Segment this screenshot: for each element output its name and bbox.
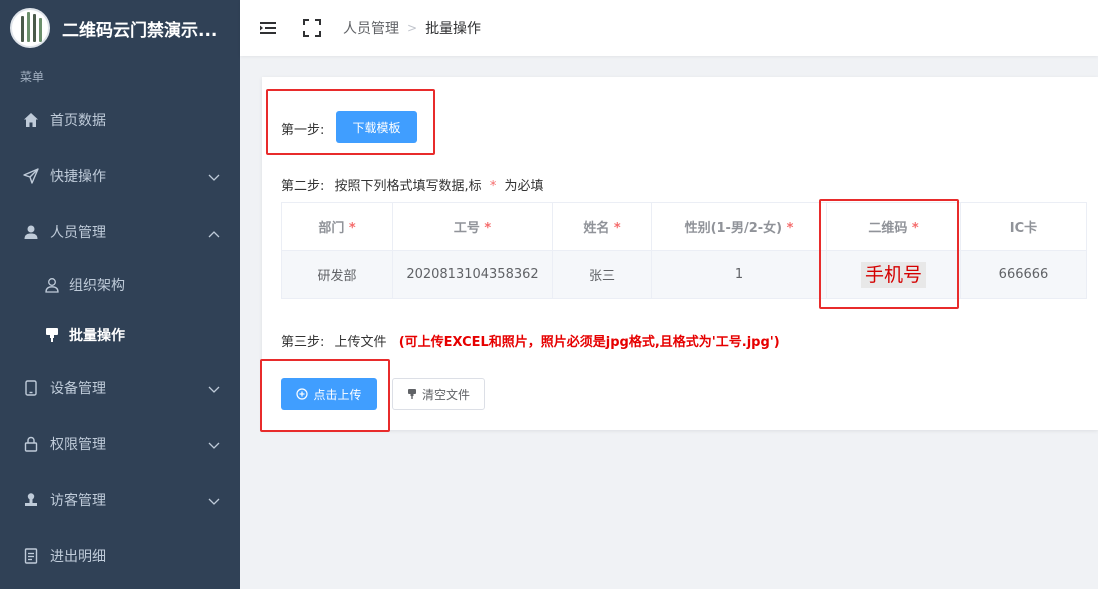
menu-caption: 菜单	[20, 70, 45, 84]
step2-text: 按照下列格式填写数据,标	[334, 179, 482, 194]
sidebar-item-label: 快捷操作	[50, 169, 106, 185]
button-label: 清空文件	[421, 387, 470, 402]
sidebar-item-access-log[interactable]: 进出明细	[0, 528, 240, 584]
table-header-row: 部门 * 工号 * 姓名 * 性别(1-男/2-女) * 二维码 * IC卡	[281, 202, 1087, 251]
chevron-down-icon	[208, 170, 220, 186]
column-header: 性别(1-男/2-女) *	[651, 202, 827, 251]
user-icon	[22, 223, 40, 241]
table-cell: 研发部	[281, 250, 393, 299]
top-header: 人员管理 > 批量操作	[240, 0, 1098, 56]
table-row: 研发部 2020813104358362 张三 1 手机号 666666	[281, 250, 1087, 299]
clear-files-button[interactable]: 清空文件	[392, 378, 485, 410]
button-label: 点击上传	[313, 387, 362, 402]
step3-label: 第三步:	[281, 335, 325, 350]
column-header: IC卡	[960, 202, 1087, 251]
stamp-icon	[22, 491, 40, 509]
app-title: 二维码云门禁演示...	[62, 20, 218, 41]
step3-instruction: 第三步: 上传文件 (可上传EXCEL和照片，照片必须是jpg格式,且格式为'工…	[281, 331, 780, 350]
sidebar-item-label: 进出明细	[50, 549, 106, 565]
breadcrumb-current: 批量操作	[425, 21, 482, 37]
button-label: 下载模板	[352, 120, 401, 135]
upload-button[interactable]: 点击上传	[281, 378, 377, 410]
document-icon	[22, 547, 40, 565]
sidebar-item-label: 访客管理	[50, 493, 106, 509]
logo-avatar	[10, 8, 50, 48]
step3-text: 上传文件	[334, 335, 387, 350]
home-icon	[22, 111, 40, 129]
chevron-right-icon: >	[407, 21, 418, 35]
person-outline-icon	[44, 277, 60, 293]
required-star: *	[489, 179, 497, 194]
sidebar-subitem-label: 组织架构	[69, 278, 125, 294]
send-icon	[22, 167, 40, 185]
table-cell: 666666	[960, 250, 1087, 299]
table-cell-qrcode: 手机号	[826, 250, 961, 299]
step2-label: 第二步:	[281, 179, 325, 194]
breadcrumb-item[interactable]: 人员管理	[343, 18, 399, 38]
chevron-up-icon	[208, 226, 220, 242]
sidebar-subitem-batch[interactable]: 批量操作	[0, 310, 240, 360]
lock-icon	[22, 435, 40, 453]
batch-operation-card: 第一步: 下载模板 第二步: 按照下列格式填写数据,标 * 为必填 部门 * 工…	[262, 77, 1098, 430]
template-table: 部门 * 工号 * 姓名 * 性别(1-男/2-女) * 二维码 * IC卡 研…	[281, 202, 1087, 299]
sidebar-item-devices[interactable]: 设备管理	[0, 360, 240, 416]
chevron-down-icon	[208, 494, 220, 510]
breadcrumb: 人员管理 > 批量操作	[343, 18, 481, 38]
column-header: 二维码 *	[826, 202, 961, 251]
table-cell: 2020813104358362	[392, 250, 553, 299]
download-template-button[interactable]: 下载模板	[336, 111, 417, 143]
sidebar-item-label: 首页数据	[50, 113, 106, 129]
tablet-icon	[22, 379, 40, 397]
column-header: 工号 *	[392, 202, 553, 251]
sidebar: 二维码云门禁演示... 菜单 首页数据 快捷操作 人员管理 组织架构 批量操作 …	[0, 0, 240, 589]
column-header: 姓名 *	[552, 202, 652, 251]
table-cell: 张三	[552, 250, 652, 299]
sidebar-item-label: 设备管理	[50, 381, 106, 397]
upload-pin-icon	[407, 388, 417, 400]
step2-instruction: 第二步: 按照下列格式填写数据,标 * 为必填	[281, 175, 543, 194]
menu-fold-icon[interactable]	[257, 17, 279, 39]
fullscreen-icon[interactable]	[301, 17, 323, 39]
plus-circle-icon	[296, 388, 309, 400]
table-cell: 1	[651, 250, 827, 299]
sidebar-item-label: 权限管理	[50, 437, 106, 453]
step1-label: 第一步:	[281, 123, 325, 138]
sidebar-item-home[interactable]: 首页数据	[0, 92, 240, 148]
sidebar-item-quick-ops[interactable]: 快捷操作	[0, 148, 240, 204]
sidebar-subitem-label: 批量操作	[69, 328, 125, 344]
logo-bar[interactable]: 二维码云门禁演示...	[0, 0, 240, 56]
sidebar-item-personnel[interactable]: 人员管理	[0, 204, 240, 260]
column-header: 部门 *	[281, 202, 393, 251]
sidebar-item-label: 人员管理	[50, 225, 106, 241]
step2-text-after: 为必填	[504, 179, 544, 194]
sidebar-item-permissions[interactable]: 权限管理	[0, 416, 240, 472]
sidebar-item-visitors[interactable]: 访客管理	[0, 472, 240, 528]
upload-pin-icon	[44, 327, 60, 343]
upload-note: (可上传EXCEL和照片，照片必须是jpg格式,且格式为'工号.jpg')	[398, 335, 780, 350]
sidebar-subitem-org[interactable]: 组织架构	[0, 260, 240, 310]
chevron-down-icon	[208, 382, 220, 398]
chevron-down-icon	[208, 438, 220, 454]
qrcode-value: 手机号	[860, 261, 926, 288]
